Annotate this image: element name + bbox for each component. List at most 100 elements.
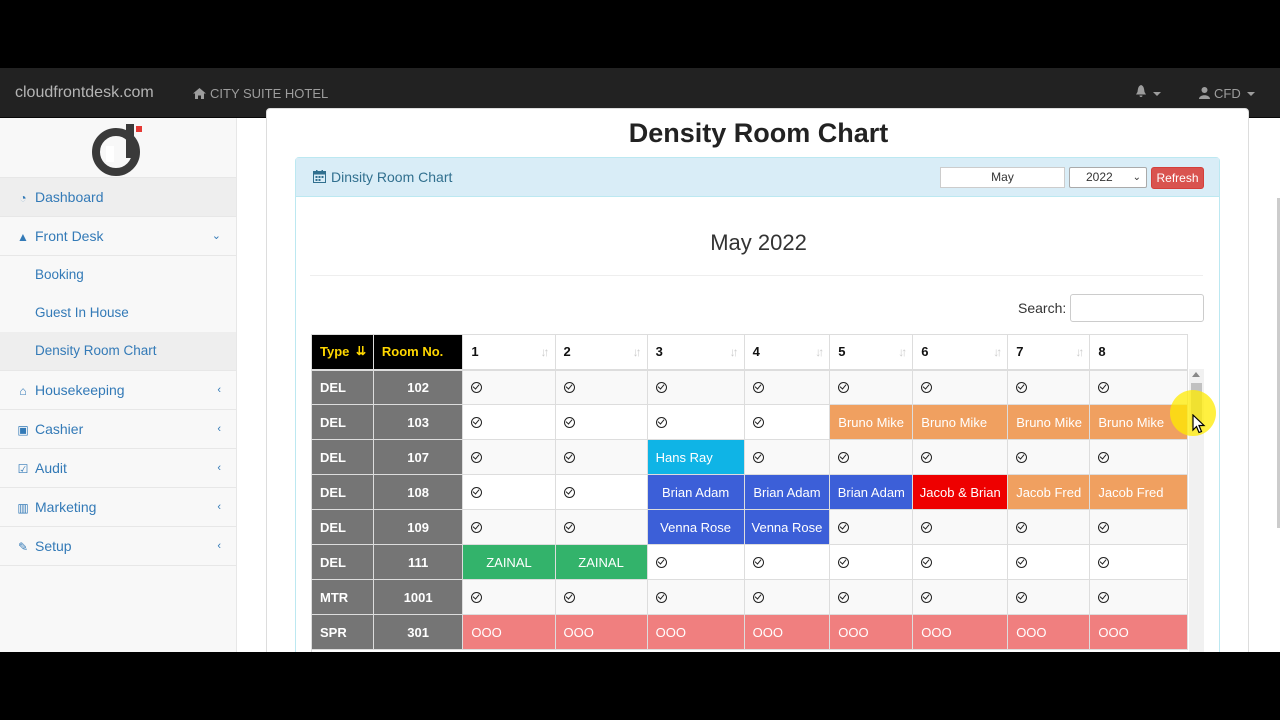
available-cell[interactable] bbox=[912, 579, 1009, 615]
check-circle-icon bbox=[471, 486, 483, 498]
available-cell[interactable] bbox=[912, 439, 1009, 475]
check-circle-icon bbox=[471, 381, 483, 393]
available-cell[interactable] bbox=[912, 544, 1009, 580]
notifications-dropdown[interactable] bbox=[1135, 85, 1161, 101]
available-cell[interactable] bbox=[1007, 509, 1091, 545]
scroll-up-arrow-icon[interactable] bbox=[1192, 372, 1200, 377]
available-cell[interactable] bbox=[647, 369, 745, 405]
available-cell[interactable] bbox=[829, 369, 914, 405]
booking-cell[interactable]: Brian Adam bbox=[829, 474, 914, 510]
booking-cell[interactable]: ZAINAL bbox=[555, 544, 648, 580]
available-cell[interactable] bbox=[647, 579, 745, 615]
booking-cell[interactable]: Bruno Mike bbox=[1007, 404, 1091, 440]
column-header-day[interactable]: 8 bbox=[1089, 334, 1188, 371]
out-of-order-cell[interactable]: OOO bbox=[1007, 614, 1091, 650]
sidebar-item-setup[interactable]: ✎ Setup ‹ bbox=[0, 527, 236, 566]
booking-cell[interactable]: Jacob Fred bbox=[1089, 474, 1188, 510]
available-cell[interactable] bbox=[829, 509, 914, 545]
available-cell[interactable] bbox=[1089, 579, 1188, 615]
available-cell[interactable] bbox=[1089, 509, 1188, 545]
column-header-day[interactable]: 2 ↓↑ bbox=[555, 334, 648, 371]
available-cell[interactable] bbox=[744, 404, 831, 440]
available-cell[interactable] bbox=[462, 474, 556, 510]
booking-cell[interactable]: ZAINAL bbox=[462, 544, 556, 580]
booking-cell[interactable]: Hans Ray bbox=[647, 439, 745, 475]
sidebar-item-booking[interactable]: Booking bbox=[0, 256, 236, 294]
column-header-day[interactable]: 4 ↓↑ bbox=[744, 334, 831, 371]
column-header-day[interactable]: 6 ↓↑ bbox=[912, 334, 1009, 371]
year-select[interactable]: 2022 ⌄ bbox=[1069, 167, 1147, 188]
available-cell[interactable] bbox=[555, 579, 648, 615]
available-cell[interactable] bbox=[462, 579, 556, 615]
out-of-order-cell[interactable]: OOO bbox=[912, 614, 1009, 650]
available-cell[interactable] bbox=[1007, 579, 1091, 615]
sidebar-item-front-desk[interactable]: ▲ Front Desk ⌄ bbox=[0, 217, 236, 256]
available-cell[interactable] bbox=[829, 439, 914, 475]
available-cell[interactable] bbox=[555, 509, 648, 545]
search-input[interactable] bbox=[1070, 294, 1204, 322]
available-cell[interactable] bbox=[647, 404, 745, 440]
available-cell[interactable] bbox=[1007, 544, 1091, 580]
hotel-link[interactable]: CITY SUITE HOTEL bbox=[193, 86, 328, 101]
sidebar-item-cashier[interactable]: ▣ Cashier ‹ bbox=[0, 410, 236, 449]
room-type-cell: MTR bbox=[312, 579, 374, 615]
booking-cell[interactable]: Bruno Mike bbox=[912, 404, 1009, 440]
user-dropdown[interactable]: CFD bbox=[1199, 86, 1255, 101]
available-cell[interactable] bbox=[1007, 369, 1091, 405]
booking-cell[interactable]: Bruno Mike bbox=[829, 404, 914, 440]
column-header-day[interactable]: 3 ↓↑ bbox=[647, 334, 745, 371]
available-cell[interactable] bbox=[744, 579, 831, 615]
brand-link[interactable]: cloudfrontdesk.com bbox=[15, 84, 154, 102]
check-circle-icon bbox=[1016, 381, 1028, 393]
available-cell[interactable] bbox=[462, 439, 556, 475]
column-header-day[interactable]: 7 ↓↑ bbox=[1007, 334, 1091, 371]
available-cell[interactable] bbox=[1089, 439, 1188, 475]
check-circle-icon bbox=[1098, 521, 1110, 533]
out-of-order-cell[interactable]: OOO bbox=[1089, 614, 1188, 650]
column-header-type[interactable]: Type ⇊ bbox=[312, 334, 374, 371]
booking-cell[interactable]: Brian Adam bbox=[744, 474, 831, 510]
available-cell[interactable] bbox=[912, 369, 1009, 405]
out-of-order-cell[interactable]: OOO bbox=[829, 614, 914, 650]
available-cell[interactable] bbox=[1089, 544, 1188, 580]
month-input[interactable]: May bbox=[940, 167, 1065, 188]
check-circle-icon bbox=[838, 381, 850, 393]
column-header-room[interactable]: Room No. bbox=[373, 334, 464, 371]
room-number-cell: 1001 bbox=[373, 579, 464, 615]
booking-cell[interactable]: Venna Rose bbox=[647, 509, 745, 545]
out-of-order-cell[interactable]: OOO bbox=[462, 614, 556, 650]
available-cell[interactable] bbox=[1007, 439, 1091, 475]
available-cell[interactable] bbox=[647, 544, 745, 580]
available-cell[interactable] bbox=[555, 474, 648, 510]
sidebar-item-guest-in-house[interactable]: Guest In House bbox=[0, 294, 236, 332]
available-cell[interactable] bbox=[462, 509, 556, 545]
booking-cell[interactable]: Brian Adam bbox=[647, 474, 745, 510]
available-cell[interactable] bbox=[912, 509, 1009, 545]
sidebar-item-housekeeping[interactable]: ⌂ Housekeeping ‹ bbox=[0, 371, 236, 410]
available-cell[interactable] bbox=[829, 579, 914, 615]
out-of-order-cell[interactable]: OOO bbox=[744, 614, 831, 650]
sidebar-item-audit[interactable]: ☑ Audit ‹ bbox=[0, 449, 236, 488]
available-cell[interactable] bbox=[555, 404, 648, 440]
sidebar-item-density-room-chart[interactable]: Density Room Chart bbox=[0, 332, 236, 370]
available-cell[interactable] bbox=[744, 544, 831, 580]
sidebar-item-marketing[interactable]: ▥ Marketing ‹ bbox=[0, 488, 236, 527]
refresh-button[interactable]: Refresh bbox=[1151, 167, 1204, 189]
available-cell[interactable] bbox=[829, 544, 914, 580]
available-cell[interactable] bbox=[744, 369, 831, 405]
available-cell[interactable] bbox=[744, 439, 831, 475]
booking-cell[interactable]: Jacob Fred bbox=[1007, 474, 1091, 510]
available-cell[interactable] bbox=[555, 439, 648, 475]
available-cell[interactable] bbox=[1089, 369, 1188, 405]
sidebar-item-dashboard[interactable]: ◔ Dashboard bbox=[0, 178, 236, 217]
column-header-day[interactable]: 5 ↓↑ bbox=[829, 334, 914, 371]
available-cell[interactable] bbox=[462, 369, 556, 405]
available-cell[interactable] bbox=[555, 369, 648, 405]
available-cell[interactable] bbox=[462, 404, 556, 440]
out-of-order-cell[interactable]: OOO bbox=[647, 614, 745, 650]
column-header-day[interactable]: 1 ↓↑ bbox=[462, 334, 556, 371]
booking-cell[interactable]: Jacob & Brian bbox=[912, 474, 1009, 510]
room-number-cell: 102 bbox=[373, 369, 464, 405]
booking-cell[interactable]: Venna Rose bbox=[744, 509, 831, 545]
out-of-order-cell[interactable]: OOO bbox=[555, 614, 648, 650]
